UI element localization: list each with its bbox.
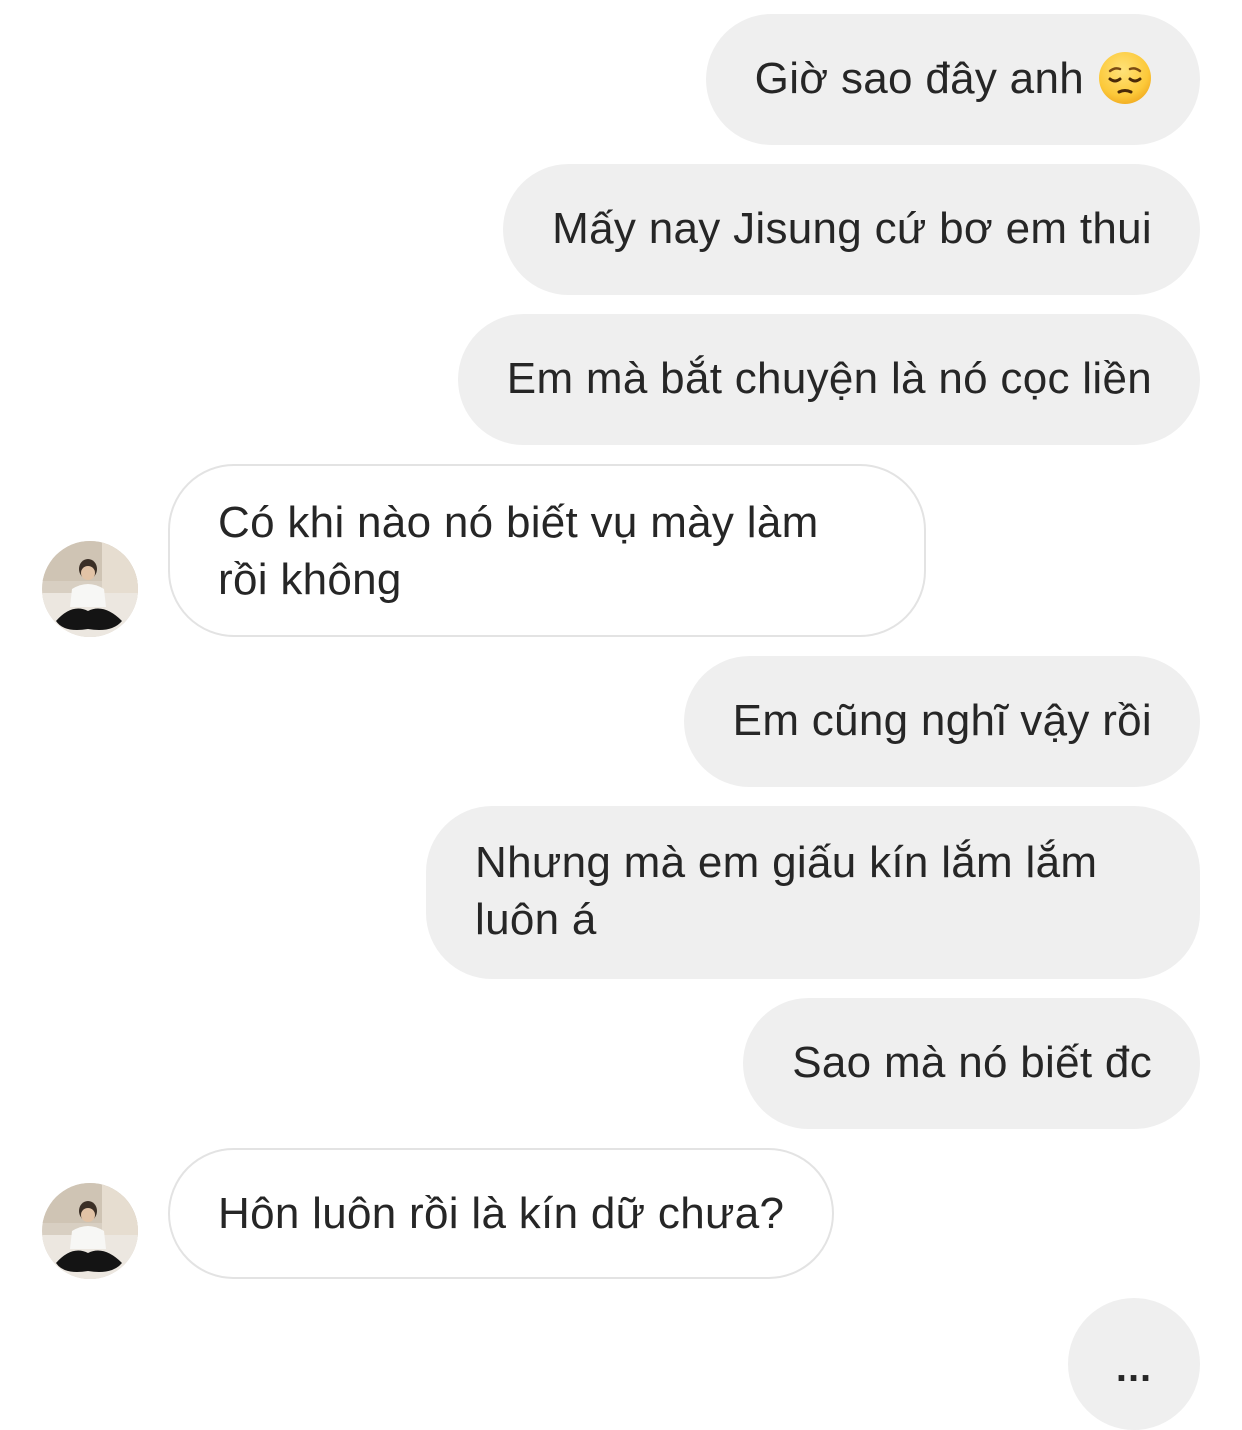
avatar-photo: [42, 541, 138, 637]
typing-indicator: ...: [1068, 1298, 1200, 1430]
typing-dots: ...: [1115, 1346, 1153, 1390]
message-text: Có khi nào nó biết vụ mày làm rồi không: [218, 498, 819, 604]
message-bubble-outgoing[interactable]: Em cũng nghĩ vậy rồi: [683, 656, 1200, 787]
message-bubble-outgoing[interactable]: Sao mà nó biết đc: [743, 998, 1200, 1129]
message-bubble-outgoing[interactable]: Nhưng mà em giấu kín lắm lắm luôn á: [426, 806, 1200, 979]
message-text: Hôn luôn rồi là kín dữ chưa?: [218, 1189, 785, 1238]
message-text: Mấy nay Jisung cứ bơ em thui: [552, 204, 1152, 253]
message-bubble-outgoing[interactable]: Em mà bắt chuyện là nó cọc liền: [457, 314, 1200, 445]
message-bubble-outgoing[interactable]: Giờ sao đây anh: [705, 14, 1200, 145]
message-bubble-incoming[interactable]: Hôn luôn rồi là kín dữ chưa?: [168, 1148, 835, 1279]
message-text: Nhưng mà em giấu kín lắm lắm luôn á: [475, 838, 1098, 944]
avatar[interactable]: [42, 1183, 138, 1279]
message-text: Em cũng nghĩ vậy rồi: [732, 696, 1152, 745]
avatar-photo: [42, 1183, 138, 1279]
avatar[interactable]: [42, 541, 138, 637]
message-text: Em mà bắt chuyện là nó cọc liền: [506, 354, 1152, 403]
message-text: Giờ sao đây anh: [754, 54, 1084, 103]
message-bubble-incoming[interactable]: Có khi nào nó biết vụ mày làm rồi không: [168, 464, 926, 637]
pensive-face-icon: [1098, 51, 1152, 105]
message-text: Sao mà nó biết đc: [792, 1038, 1152, 1087]
message-bubble-outgoing[interactable]: Mấy nay Jisung cứ bơ em thui: [503, 164, 1200, 295]
